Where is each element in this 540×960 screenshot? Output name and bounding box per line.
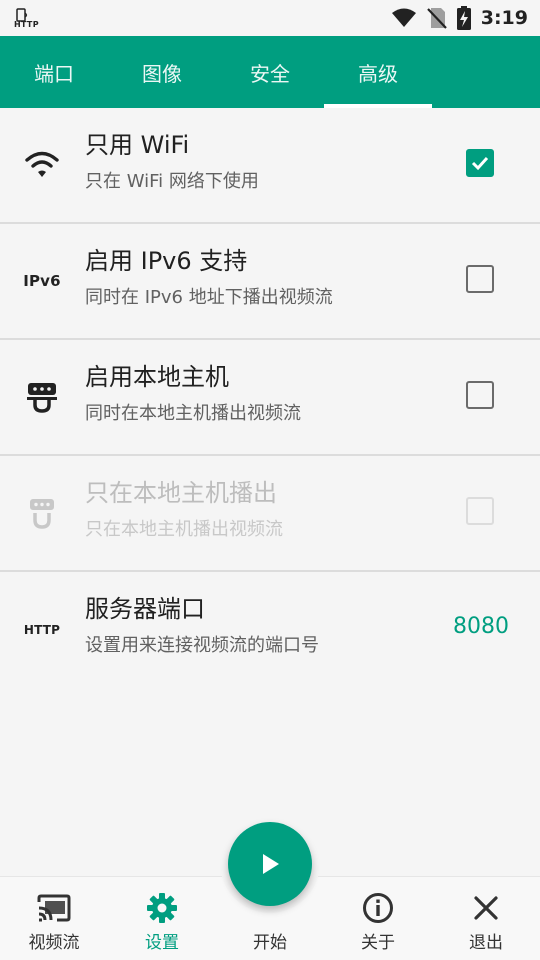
status-time: 3:19 — [480, 7, 528, 29]
status-left: HTTP — [14, 7, 39, 29]
nav-exit[interactable]: 退出 — [432, 877, 540, 960]
setting-subtitle: 设置用来连接视频流的端口号 — [85, 635, 319, 656]
no-sim-icon — [426, 8, 447, 29]
enable-localhost-checkbox[interactable] — [466, 381, 494, 409]
setting-wifi-only[interactable]: 只用 WiFi 只在 WiFi 网络下使用 — [0, 108, 540, 224]
tab-label: 端口 — [34, 61, 74, 86]
setting-subtitle: 同时在 IPv6 地址下播出视频流 — [85, 287, 333, 308]
tab-security[interactable]: 安全 — [216, 36, 324, 108]
status-right: 3:19 — [391, 6, 528, 30]
wifi-icon — [22, 108, 62, 222]
tab-label: 图像 — [142, 61, 182, 86]
nav-label: 视频流 — [28, 933, 80, 953]
tab-image[interactable]: 图像 — [108, 36, 216, 108]
setting-text: 只在本地主机播出 只在本地主机播出视频流 — [85, 476, 283, 544]
status-http-label: HTTP — [14, 19, 39, 29]
nav-label: 开始 — [253, 933, 287, 953]
status-bar: HTTP 3:19 — [0, 0, 540, 36]
nav-settings[interactable]: 设置 — [108, 877, 216, 960]
settings-list: 只用 WiFi 只在 WiFi 网络下使用 IPv6 启用 IPv6 支持 同时… — [0, 108, 540, 688]
nav-label: 关于 — [361, 933, 395, 953]
setting-text: 只用 WiFi 只在 WiFi 网络下使用 — [85, 128, 259, 196]
gear-icon — [145, 891, 179, 925]
tab-label: 安全 — [250, 61, 290, 86]
setting-text: 启用本地主机 同时在本地主机播出视频流 — [85, 360, 301, 428]
tab-advanced[interactable]: 高级 — [324, 36, 432, 108]
localhost-only-icon — [22, 456, 62, 570]
nav-stream[interactable]: 视频流 — [0, 877, 108, 960]
setting-subtitle: 只在本地主机播出视频流 — [85, 519, 283, 540]
nav-label: 设置 — [145, 933, 179, 953]
server-port-value[interactable]: 8080 — [453, 614, 509, 639]
cast-icon — [37, 891, 71, 925]
setting-server-port[interactable]: HTTP 服务器端口 设置用来连接视频流的端口号 8080 — [0, 572, 540, 688]
tab-label: 高级 — [358, 61, 398, 86]
wifi-only-checkbox[interactable] — [466, 149, 494, 177]
setting-title: 只在本地主机播出 — [85, 479, 277, 507]
ipv6-icon-label: IPv6 — [23, 272, 61, 290]
setting-title: 启用本地主机 — [85, 363, 229, 391]
localhost-only-checkbox — [466, 497, 494, 525]
enable-ipv6-checkbox[interactable] — [466, 265, 494, 293]
http-icon: HTTP — [22, 572, 62, 688]
setting-enable-ipv6[interactable]: IPv6 启用 IPv6 支持 同时在 IPv6 地址下播出视频流 — [0, 224, 540, 340]
nav-label: 退出 — [469, 933, 503, 953]
start-fab-button[interactable] — [228, 822, 312, 906]
tab-bar: 端口 图像 安全 高级 — [0, 36, 540, 108]
check-icon — [471, 156, 489, 171]
setting-title: 服务器端口 — [85, 595, 205, 623]
setting-subtitle: 同时在本地主机播出视频流 — [85, 403, 301, 424]
battery-charging-icon — [456, 6, 471, 30]
ipv6-icon: IPv6 — [22, 224, 62, 338]
setting-enable-localhost[interactable]: 启用本地主机 同时在本地主机播出视频流 — [0, 340, 540, 456]
tab-port[interactable]: 端口 — [0, 36, 108, 108]
wifi-icon — [391, 8, 416, 27]
localhost-icon — [22, 340, 62, 454]
close-icon — [469, 891, 503, 925]
nav-about[interactable]: 关于 — [324, 877, 432, 960]
setting-title: 启用 IPv6 支持 — [85, 247, 248, 275]
play-icon — [263, 854, 279, 874]
http-icon-label: HTTP — [23, 623, 61, 637]
setting-title: 只用 WiFi — [85, 131, 190, 159]
info-icon — [361, 891, 395, 925]
setting-text: 服务器端口 设置用来连接视频流的端口号 — [85, 592, 319, 660]
setting-text: 启用 IPv6 支持 同时在 IPv6 地址下播出视频流 — [85, 244, 333, 312]
setting-subtitle: 只在 WiFi 网络下使用 — [85, 171, 259, 192]
setting-localhost-only: 只在本地主机播出 只在本地主机播出视频流 — [0, 456, 540, 572]
